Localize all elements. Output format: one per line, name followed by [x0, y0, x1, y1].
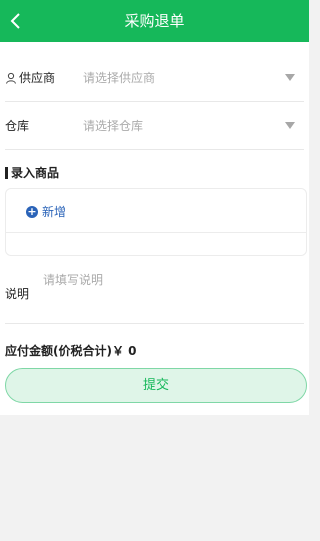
warehouse-label: 仓库: [5, 119, 30, 133]
person-icon: [6, 72, 16, 84]
page-title: 采购退单: [124, 12, 185, 30]
supplier-label: 供应商: [19, 71, 56, 85]
supplier-row[interactable]: 供应商 请选择供应商: [5, 54, 304, 102]
form-panel: 供应商 请选择供应商 仓库 请选择仓库 录入商品 + 新增 说明 请填写说明 应…: [0, 42, 309, 415]
caret-down-icon[interactable]: [285, 122, 295, 129]
submit-button[interactable]: 提交: [5, 368, 307, 403]
section-bar: [5, 166, 8, 179]
warehouse-select[interactable]: 请选择仓库: [83, 102, 143, 150]
plus-circle-icon: +: [26, 204, 38, 218]
add-goods-label: 新增: [42, 205, 67, 219]
add-goods-button[interactable]: + 新增: [26, 203, 66, 220]
divider: [6, 232, 306, 233]
top-bar: 采购退单: [0, 0, 309, 42]
note-input[interactable]: 请填写说明: [43, 271, 103, 288]
caret-down-icon[interactable]: [285, 74, 295, 81]
amount-text: 应付金额(价税合计)￥ 0: [5, 344, 137, 358]
goods-list: + 新增: [5, 188, 307, 256]
note-row: 说明 请填写说明: [5, 260, 304, 324]
note-label: 说明: [5, 287, 30, 301]
warehouse-row[interactable]: 仓库 请选择仓库: [5, 102, 304, 150]
supplier-select[interactable]: 请选择供应商: [83, 54, 155, 102]
goods-section-title: 录入商品: [5, 164, 59, 181]
goods-section-label: 录入商品: [11, 166, 60, 180]
supplier-label-group: 供应商: [5, 54, 55, 102]
